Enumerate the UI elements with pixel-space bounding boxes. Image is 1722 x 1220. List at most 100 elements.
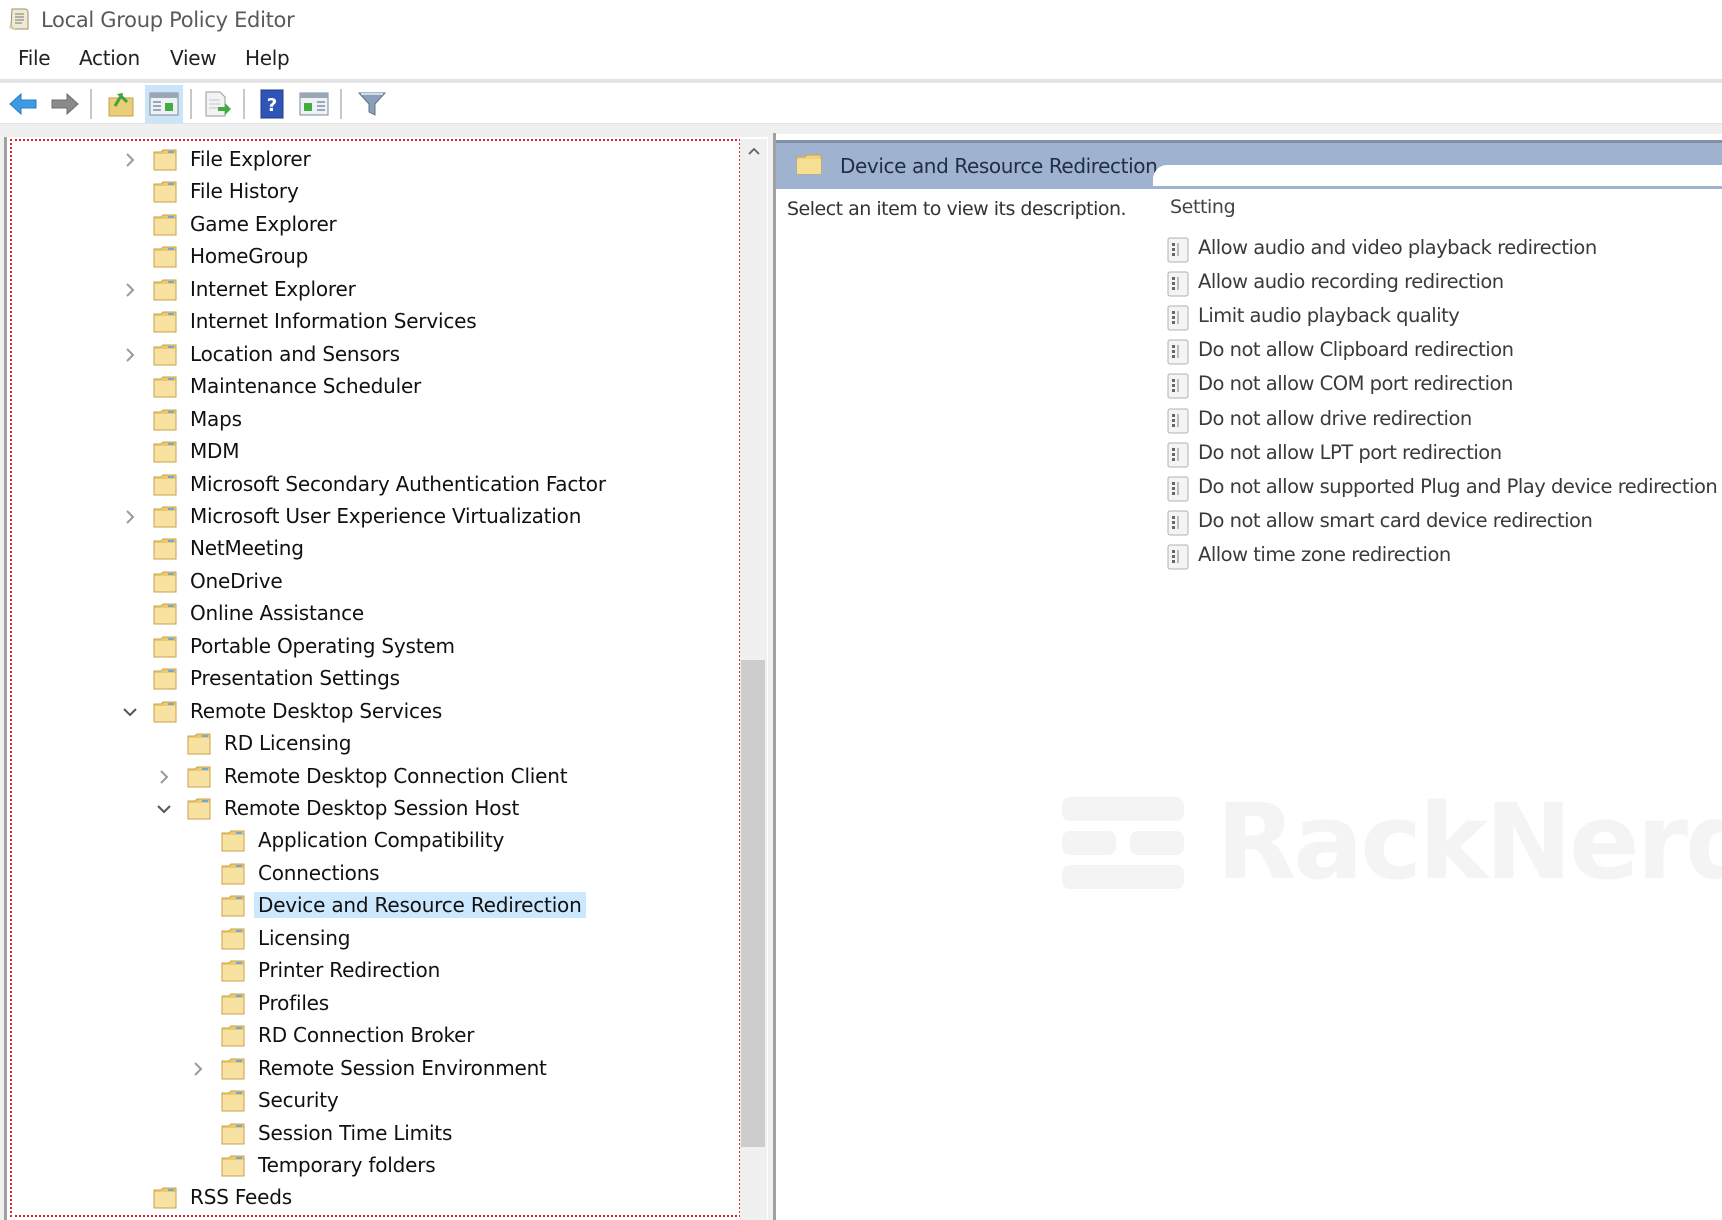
tree-item[interactable]: Presentation Settings (0, 664, 730, 694)
tree-item-label[interactable]: Portable Operating System (186, 633, 459, 659)
setting-row[interactable]: Do not allow Clipboard redirection (1166, 335, 1722, 367)
back-button[interactable] (5, 85, 43, 123)
tree-item[interactable]: Security (0, 1086, 730, 1116)
tree-item[interactable]: RD Licensing (0, 729, 730, 759)
tree-item-label[interactable]: File History (186, 178, 303, 204)
scroll-up-button[interactable] (740, 139, 767, 163)
tree-item[interactable]: Profiles (0, 989, 730, 1019)
tree-item-label[interactable]: Session Time Limits (254, 1120, 456, 1146)
tree-item-label[interactable]: Remote Session Environment (254, 1055, 551, 1081)
show-hide-console-tree-button[interactable] (145, 85, 183, 123)
tree-item[interactable]: File History (0, 177, 730, 207)
tree-item-label[interactable]: OneDrive (186, 568, 286, 594)
menu-file[interactable]: File (18, 46, 51, 70)
setting-row[interactable]: Allow audio recording redirection (1166, 267, 1722, 299)
up-one-level-button[interactable] (102, 85, 140, 123)
tree-item-label[interactable]: Profiles (254, 990, 333, 1016)
tree-item[interactable]: RSS Feeds (0, 1183, 730, 1213)
tree-item[interactable]: Printer Redirection (0, 956, 730, 986)
chevron-down-icon[interactable] (156, 794, 172, 824)
column-header-setting[interactable]: Setting (1170, 196, 1236, 218)
tree-item[interactable]: Microsoft User Experience Virtualization (0, 502, 730, 532)
tree-item-label[interactable]: Internet Information Services (186, 308, 480, 334)
chevron-right-icon[interactable] (122, 502, 138, 532)
tree-item[interactable]: HomeGroup (0, 242, 730, 272)
tree-item-label[interactable]: Application Compatibility (254, 827, 508, 853)
menu-view[interactable]: View (170, 46, 217, 70)
pane-splitter[interactable] (768, 133, 776, 1220)
tree-item-label[interactable]: Remote Desktop Connection Client (220, 763, 571, 789)
tree-item-label[interactable]: Connections (254, 860, 383, 886)
tree-item-label[interactable]: HomeGroup (186, 243, 312, 269)
setting-row[interactable]: Limit audio playback quality (1166, 301, 1722, 333)
tree-item-label[interactable]: Microsoft Secondary Authentication Facto… (186, 471, 610, 497)
setting-label[interactable]: Do not allow supported Plug and Play dev… (1198, 475, 1718, 498)
tree-item[interactable]: Remote Desktop Services (0, 697, 730, 727)
setting-label[interactable]: Do not allow drive redirection (1198, 407, 1472, 430)
tree-item-label[interactable]: Temporary folders (254, 1152, 440, 1178)
tree-item[interactable]: Remote Desktop Session Host (0, 794, 730, 824)
tree-item[interactable]: Online Assistance (0, 599, 730, 629)
tree-item-label[interactable]: Printer Redirection (254, 957, 444, 983)
tree-item[interactable]: File Explorer (0, 145, 730, 175)
tree-item[interactable]: Internet Information Services (0, 307, 730, 337)
setting-row[interactable]: Do not allow LPT port redirection (1166, 438, 1722, 470)
setting-row[interactable]: Allow time zone redirection (1166, 540, 1722, 572)
tree-item[interactable]: NetMeeting (0, 534, 730, 564)
tree-item[interactable]: Location and Sensors (0, 340, 730, 370)
tree-item-label[interactable]: Maps (186, 406, 246, 432)
tree-item[interactable]: Portable Operating System (0, 632, 730, 662)
setting-label[interactable]: Do not allow LPT port redirection (1198, 441, 1502, 464)
tree-item[interactable]: Maintenance Scheduler (0, 372, 730, 402)
tree-item-label[interactable]: Security (254, 1087, 343, 1113)
tree-item-label[interactable]: Game Explorer (186, 211, 341, 237)
setting-row[interactable]: Allow audio and video playback redirecti… (1166, 233, 1722, 265)
tree-item[interactable]: Temporary folders (0, 1151, 730, 1181)
tree-item-label[interactable]: Presentation Settings (186, 665, 404, 691)
menu-help[interactable]: Help (245, 46, 290, 70)
tree-item[interactable]: Remote Desktop Connection Client (0, 762, 730, 792)
forward-button[interactable] (45, 85, 83, 123)
setting-row[interactable]: Do not allow COM port redirection (1166, 369, 1722, 401)
chevron-down-icon[interactable] (122, 697, 138, 727)
tree-item[interactable]: Connections (0, 859, 730, 889)
export-list-button[interactable] (198, 85, 236, 123)
tree-item[interactable]: Device and Resource Redirection (0, 891, 730, 921)
tree-item-label[interactable]: Internet Explorer (186, 276, 360, 302)
tree-item-label[interactable]: Remote Desktop Services (186, 698, 446, 724)
setting-row[interactable]: Do not allow supported Plug and Play dev… (1166, 472, 1722, 504)
tree-item[interactable]: Maps (0, 405, 730, 435)
tree-item[interactable]: Licensing (0, 924, 730, 954)
tree-item[interactable]: Internet Explorer (0, 275, 730, 305)
setting-label[interactable]: Do not allow smart card device redirecti… (1198, 509, 1593, 532)
tree-item-label[interactable]: RD Connection Broker (254, 1022, 478, 1048)
setting-label[interactable]: Limit audio playback quality (1198, 304, 1460, 327)
menu-action[interactable]: Action (79, 46, 140, 70)
tree-item-label[interactable]: Maintenance Scheduler (186, 373, 425, 399)
scroll-thumb[interactable] (741, 660, 765, 1147)
tree-item[interactable]: Session Time Limits (0, 1119, 730, 1149)
tree-item[interactable]: RD Connection Broker (0, 1021, 730, 1051)
show-hide-action-pane-button[interactable] (295, 85, 333, 123)
tree-item-label[interactable]: Microsoft User Experience Virtualization (186, 503, 585, 529)
chevron-right-icon[interactable] (156, 762, 172, 792)
tree-item-label[interactable]: Remote Desktop Session Host (220, 795, 523, 821)
help-button[interactable]: ? (253, 85, 291, 123)
tree-item[interactable]: Application Compatibility (0, 826, 730, 856)
tree-item[interactable]: OneDrive (0, 567, 730, 597)
setting-label[interactable]: Do not allow Clipboard redirection (1198, 338, 1514, 361)
tree-item-label[interactable]: RD Licensing (220, 730, 355, 756)
setting-label[interactable]: Do not allow COM port redirection (1198, 372, 1513, 395)
tree-item-label-selected[interactable]: Device and Resource Redirection (254, 892, 586, 919)
tree-item[interactable]: Remote Session Environment (0, 1054, 730, 1084)
setting-label[interactable]: Allow audio recording redirection (1198, 270, 1504, 293)
chevron-right-icon[interactable] (122, 275, 138, 305)
tree-item[interactable]: Game Explorer (0, 210, 730, 240)
tree-vertical-scrollbar[interactable] (740, 139, 767, 1220)
tree-item-label[interactable]: RSS Feeds (186, 1184, 296, 1210)
setting-row[interactable]: Do not allow smart card device redirecti… (1166, 506, 1722, 538)
setting-label[interactable]: Allow audio and video playback redirecti… (1198, 236, 1597, 259)
tree-item-label[interactable]: MDM (186, 438, 243, 464)
tree-item-label[interactable]: Location and Sensors (186, 341, 404, 367)
tree-item[interactable]: Microsoft Secondary Authentication Facto… (0, 470, 730, 500)
